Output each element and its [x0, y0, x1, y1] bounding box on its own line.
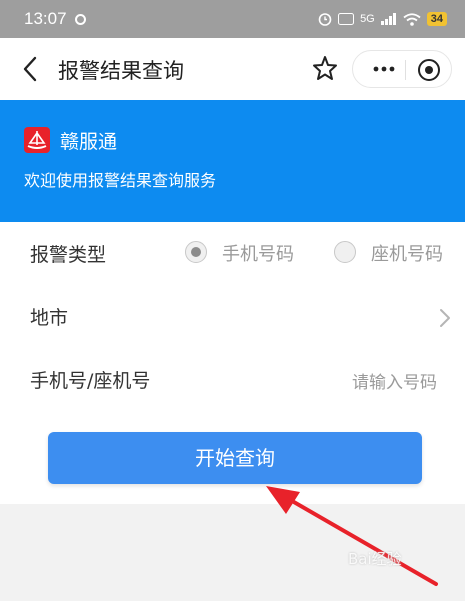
status-time: 13:07	[24, 9, 67, 28]
close-target-icon[interactable]	[417, 58, 441, 82]
city-label: 地市	[30, 307, 69, 329]
welcome-text: 欢迎使用报警结果查询服务	[24, 171, 217, 190]
number-label: 手机号/座机号	[30, 370, 151, 392]
back-icon[interactable]	[18, 54, 44, 84]
favorite-star-icon[interactable]	[312, 54, 338, 82]
mini-program-capsule	[352, 50, 452, 88]
wifi-icon	[403, 12, 421, 26]
alarm-type-label: 报警类型	[30, 244, 107, 266]
service-banner	[0, 100, 465, 222]
notification-dot-icon	[74, 13, 86, 25]
radio-landline[interactable]	[334, 241, 356, 263]
more-icon[interactable]	[369, 59, 399, 79]
annotation-arrow-icon	[266, 486, 438, 586]
page-title: 报警结果查询	[58, 59, 184, 83]
number-input[interactable]: 请输入号码	[352, 368, 437, 393]
chevron-right-icon[interactable]	[436, 305, 454, 331]
battery-indicator: 34	[426, 12, 447, 26]
alarm-type-row: 报警类型 手机号码 座机号码	[0, 222, 465, 286]
ganfutong-logo-icon	[24, 127, 50, 153]
capsule-divider	[405, 60, 406, 80]
city-row[interactable]: 地市	[0, 285, 465, 349]
number-row: 手机号/座机号 请输入号码	[0, 348, 465, 412]
brand-name: 赣服通	[60, 131, 118, 153]
start-query-button[interactable]: 开始查询	[48, 432, 422, 484]
nav-bar: 报警结果查询	[0, 38, 465, 100]
radio-mobile-label[interactable]: 手机号码	[222, 240, 294, 266]
watermark: Bai经验	[348, 550, 402, 568]
hd-icon	[338, 13, 355, 25]
signal-icon	[380, 13, 396, 25]
network-type: 5G	[360, 13, 375, 25]
status-bar: 13:07 5G 34	[0, 0, 465, 38]
radio-mobile[interactable]	[185, 241, 207, 263]
radio-landline-label[interactable]: 座机号码	[371, 240, 443, 266]
alarm-icon	[318, 13, 332, 26]
